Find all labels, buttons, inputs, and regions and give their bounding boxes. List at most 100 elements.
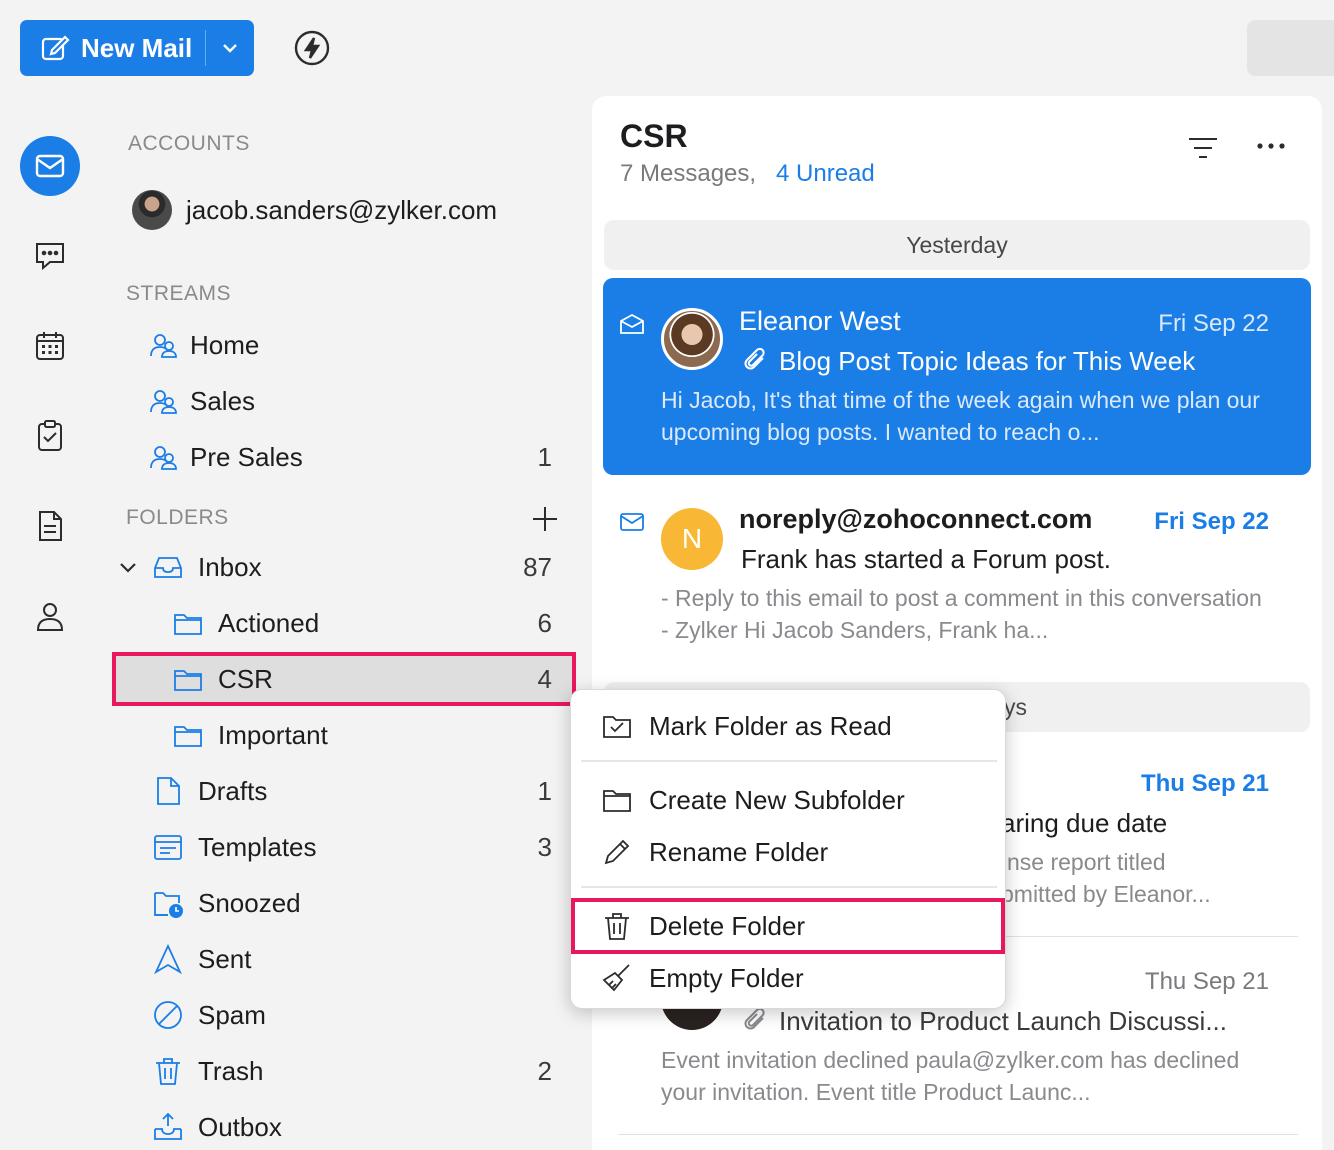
menu-label: Rename Folder — [649, 836, 829, 867]
folder-label: Outbox — [198, 1112, 282, 1142]
date-group-header: Yesterday — [604, 220, 1310, 270]
menu-mark-folder-as-read[interactable]: Mark Folder as Read — [571, 702, 1007, 750]
avatar — [661, 308, 723, 370]
rail-tasks[interactable] — [20, 406, 80, 466]
account-email: jacob.sanders@zylker.com — [186, 194, 498, 225]
message-preview: - Reply to this email to post a comment … — [661, 585, 1262, 643]
menu-label: Empty Folder — [649, 962, 804, 993]
unread-count: 87 — [523, 552, 552, 582]
search-bar[interactable] — [1247, 20, 1334, 76]
folder-outbox[interactable]: Outbox — [112, 1100, 576, 1150]
templates-icon — [154, 835, 182, 860]
folder-icon — [603, 790, 631, 812]
contacts-icon — [36, 603, 64, 631]
inbox-icon — [154, 557, 182, 578]
chevron-down-icon[interactable] — [218, 36, 242, 60]
stream-label: Home — [190, 330, 260, 360]
rail-chat[interactable] — [20, 226, 80, 286]
unread-count: 1 — [537, 442, 552, 472]
new-mail-divider — [205, 30, 206, 66]
folder-label: Sent — [198, 944, 252, 974]
folder-icon — [174, 670, 202, 691]
menu-rename-folder[interactable]: Rename Folder — [571, 828, 1007, 876]
folder-icon — [174, 726, 202, 747]
mark-read-icon — [603, 716, 631, 738]
message-preview: Event invitation declined paula@zylker.c… — [661, 1047, 1240, 1105]
calendar-icon — [36, 332, 64, 360]
account-row[interactable]: jacob.sanders@zylker.com — [132, 190, 497, 230]
spam-icon — [154, 1001, 182, 1029]
avatar: N — [661, 508, 723, 570]
broom-icon — [602, 964, 630, 992]
outbox-icon — [154, 1112, 182, 1140]
menu-separator — [581, 760, 997, 762]
envelope-icon — [620, 513, 644, 531]
attachment-icon — [744, 347, 765, 370]
rail-mail[interactable] — [20, 136, 80, 196]
folder-label: Important — [218, 720, 328, 750]
menu-label: Create New Subfolder — [649, 784, 905, 815]
streams-heading: STREAMS — [126, 282, 232, 305]
message-date: Fri Sep 22 — [1158, 310, 1269, 337]
folder-drafts[interactable]: Drafts 1 — [112, 764, 576, 818]
sent-icon — [153, 943, 183, 975]
folder-label: CSR — [218, 664, 273, 694]
stream-pre-sales[interactable]: Pre Sales 1 — [112, 430, 576, 484]
group-icon — [150, 446, 177, 470]
folder-label: Trash — [198, 1056, 264, 1086]
folder-snoozed[interactable]: Snoozed — [112, 876, 576, 930]
rail-calendar[interactable] — [20, 316, 80, 376]
folder-sent[interactable]: Sent — [112, 932, 576, 986]
more-options-icon[interactable] — [1254, 134, 1288, 158]
add-folder-icon[interactable] — [530, 504, 560, 534]
message-item[interactable]: Eleanor West Fri Sep 22 Blog Post Topic … — [603, 278, 1311, 475]
folder-title: CSR — [620, 118, 688, 154]
message-subject: Invitation to Product Launch Discussi... — [779, 1006, 1228, 1036]
drafts-icon — [157, 777, 180, 805]
menu-create-new-subfolder[interactable]: Create New Subfolder — [571, 776, 1007, 824]
message-count: 7 Messages, — [620, 160, 757, 187]
folder-inbox[interactable]: Inbox 87 — [112, 540, 576, 594]
unread-count: 4 — [537, 664, 552, 694]
envelope-open-icon — [620, 313, 644, 334]
new-mail-button[interactable]: New Mail — [20, 20, 254, 76]
folder-label: Drafts — [198, 776, 268, 806]
snoozed-icon — [154, 892, 183, 918]
unread-count: 1 — [537, 776, 552, 806]
folder-csr[interactable]: CSR 4 — [112, 652, 576, 706]
filter-icon[interactable] — [1186, 134, 1220, 162]
message-date: Thu Sep 21 — [1144, 968, 1269, 995]
menu-empty-folder[interactable]: Empty Folder — [571, 954, 1007, 1002]
folder-actioned[interactable]: Actioned 6 — [112, 596, 576, 650]
rail-notes[interactable] — [20, 496, 80, 556]
unread-filter-link[interactable]: 4 Unread — [776, 160, 875, 188]
message-date: Fri Sep 22 — [1154, 508, 1269, 535]
group-icon — [150, 334, 177, 358]
stream-label: Pre Sales — [190, 442, 303, 472]
avatar — [132, 190, 172, 230]
attachment-icon — [744, 1007, 765, 1030]
folder-label: Actioned — [218, 608, 320, 638]
message-divider — [618, 1134, 1298, 1135]
stream-home[interactable]: Home — [112, 318, 576, 372]
folder-label: Inbox — [198, 552, 262, 582]
message-subject: Blog Post Topic Ideas for This Week — [779, 346, 1196, 376]
folders-heading: FOLDERS — [126, 506, 229, 529]
chat-icon — [36, 243, 64, 271]
folder-important[interactable]: Important — [112, 708, 576, 762]
unread-count: 6 — [537, 608, 552, 638]
rail-contacts[interactable] — [20, 586, 80, 646]
folder-context-menu: Mark Folder as Read Create New Subfolder… — [570, 689, 1006, 1009]
lightning-icon[interactable] — [292, 28, 332, 68]
new-mail-label: New Mail — [81, 32, 193, 63]
folder-trash[interactable]: Trash 2 — [112, 1044, 576, 1098]
menu-separator — [581, 886, 997, 888]
stream-sales[interactable]: Sales — [112, 374, 576, 428]
folder-templates[interactable]: Templates 3 — [112, 820, 576, 874]
menu-label: Mark Folder as Read — [649, 710, 892, 741]
unread-count: 2 — [537, 1056, 552, 1086]
folder-spam[interactable]: Spam — [112, 988, 576, 1042]
message-item[interactable]: N noreply@zohoconnect.com Fri Sep 22 Fra… — [603, 488, 1311, 658]
stream-label: Sales — [190, 386, 256, 416]
message-subject: Frank has started a Forum post. — [741, 544, 1111, 574]
